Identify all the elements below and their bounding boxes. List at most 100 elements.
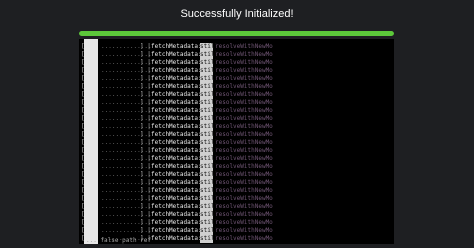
line-bracket: [: [81, 147, 85, 154]
line-resolve: resolveWithNewMo: [215, 163, 273, 170]
line-resolve: resolveWithNewMo: [215, 227, 273, 234]
progress-bar: [79, 31, 394, 36]
dialog-title: Successfully Initialized!: [180, 8, 294, 20]
terminal-line: [..............] | fetchMetadata: still res…: [79, 131, 394, 139]
terminal-line: [..............] | fetchMetadata: still res…: [79, 67, 394, 75]
line-bracket: [: [81, 227, 85, 234]
line-pipes: ] |: [140, 91, 151, 98]
line-value: still: [200, 59, 219, 67]
line-function: fetchMetadata:: [151, 211, 202, 218]
line-bracket: [: [81, 107, 85, 114]
line-bracket: [: [81, 203, 85, 210]
line-resolve: resolveWithNewMo: [215, 155, 273, 162]
line-bracket: [: [81, 163, 85, 170]
line-pipes: ] |: [140, 219, 151, 226]
line-bracket: [: [81, 139, 85, 146]
line-value: still: [200, 179, 219, 187]
line-pipes: ] |: [140, 83, 151, 90]
line-pipes: ] |: [140, 99, 151, 106]
line-bracket: [: [81, 171, 85, 178]
line-value: still: [200, 187, 219, 195]
line-pipes: ] |: [140, 107, 151, 114]
terminal-footer-line: ... false path ref: [86, 237, 152, 244]
line-resolve: resolveWithNewMo: [215, 67, 273, 74]
line-resolve: resolveWithNewMo: [215, 171, 273, 178]
line-function: fetchMetadata:: [151, 219, 202, 226]
line-bracket: [: [81, 187, 85, 194]
line-resolve: resolveWithNewMo: [215, 75, 273, 82]
line-function: fetchMetadata:: [151, 67, 202, 74]
terminal-line: [..............] | fetchMetadata: still res…: [79, 51, 394, 59]
terminal-line: [..............] | fetchMetadata: still res…: [79, 59, 394, 67]
line-resolve: resolveWithNewMo: [215, 91, 273, 98]
line-function: fetchMetadata:: [151, 59, 202, 66]
line-bracket: [: [81, 131, 85, 138]
line-value: still: [200, 227, 219, 235]
line-resolve: resolveWithNewMo: [215, 195, 273, 202]
line-resolve: resolveWithNewMo: [215, 83, 273, 90]
terminal-line: [..............] | fetchMetadata: still res…: [79, 203, 394, 211]
line-pipes: ] |: [140, 75, 151, 82]
line-resolve: resolveWithNewMo: [215, 187, 273, 194]
terminal-line: [..............] | fetchMetadata: still res…: [79, 219, 394, 227]
line-bracket: [: [81, 211, 85, 218]
line-pipes: ] |: [140, 179, 151, 186]
line-resolve: resolveWithNewMo: [215, 147, 273, 154]
line-function: fetchMetadata:: [151, 195, 202, 202]
line-function: fetchMetadata:: [151, 99, 202, 106]
line-value: still: [200, 107, 219, 115]
line-bracket: [: [81, 155, 85, 162]
line-pipes: ] |: [140, 59, 151, 66]
line-value: still: [200, 115, 219, 123]
progress-fill: [79, 31, 394, 36]
terminal-line: [..............] | fetchMetadata: still res…: [79, 211, 394, 219]
terminal-line: [..............] | fetchMetadata: still res…: [79, 179, 394, 187]
terminal-line: [..............] | fetchMetadata: still res…: [79, 99, 394, 107]
line-bracket: [: [81, 51, 85, 58]
line-pipes: ] |: [140, 203, 151, 210]
terminal-line: [..............] | fetchMetadata: still res…: [79, 187, 394, 195]
line-value: still: [200, 67, 219, 75]
line-pipes: ] |: [140, 139, 151, 146]
line-value: still: [200, 203, 219, 211]
line-pipes: ] |: [140, 43, 151, 50]
line-resolve: resolveWithNewMo: [215, 211, 273, 218]
line-resolve: resolveWithNewMo: [215, 219, 273, 226]
line-pipes: ] |: [140, 227, 151, 234]
line-pipes: ] |: [140, 67, 151, 74]
line-function: fetchMetadata:: [151, 179, 202, 186]
line-value: still: [200, 155, 219, 163]
line-resolve: resolveWithNewMo: [215, 115, 273, 122]
line-resolve: resolveWithNewMo: [215, 179, 273, 186]
line-resolve: resolveWithNewMo: [215, 203, 273, 210]
line-resolve: resolveWithNewMo: [215, 131, 273, 138]
line-pipes: ] |: [140, 123, 151, 130]
line-function: fetchMetadata:: [151, 107, 202, 114]
terminal-line: [..............] | fetchMetadata: still res…: [79, 115, 394, 123]
line-function: fetchMetadata:: [151, 235, 202, 242]
terminal-line: [..............] | fetchMetadata: still res…: [79, 43, 394, 51]
line-function: fetchMetadata:: [151, 147, 202, 154]
line-pipes: ] |: [140, 131, 151, 138]
line-value: still: [200, 195, 219, 203]
line-function: fetchMetadata:: [151, 51, 202, 58]
line-pipes: ] |: [140, 163, 151, 170]
line-function: fetchMetadata:: [151, 91, 202, 98]
line-bracket: [: [81, 43, 85, 50]
line-resolve: resolveWithNewMo: [215, 139, 273, 146]
line-function: fetchMetadata:: [151, 123, 202, 130]
line-pipes: ] |: [140, 171, 151, 178]
line-pipes: ] |: [140, 115, 151, 122]
line-bracket: [: [81, 67, 85, 74]
line-pipes: ] |: [140, 187, 151, 194]
line-resolve: resolveWithNewMo: [215, 235, 273, 242]
line-function: fetchMetadata:: [151, 203, 202, 210]
line-resolve: resolveWithNewMo: [215, 123, 273, 130]
terminal-line: [..............] | fetchMetadata: still res…: [79, 171, 394, 179]
terminal-line: [..............] | fetchMetadata: still res…: [79, 227, 394, 235]
line-bracket: [: [81, 99, 85, 106]
line-function: fetchMetadata:: [151, 43, 202, 50]
terminal-output[interactable]: [..............] | fetchMetadata: still res…: [79, 39, 394, 244]
line-function: fetchMetadata:: [151, 187, 202, 194]
line-value: still: [200, 123, 219, 131]
